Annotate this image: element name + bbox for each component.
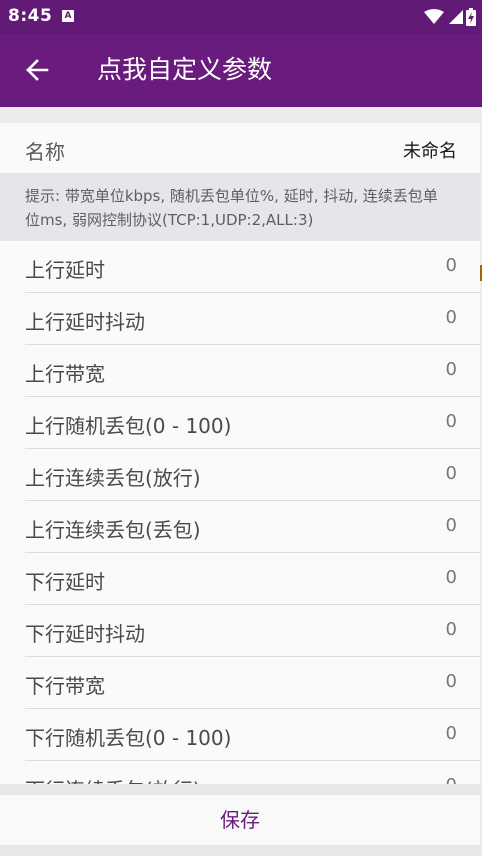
save-button[interactable]: 保存 [0,795,480,845]
hint-line-1: 提示: 带宽单位kbps, 随机丢包单位%, 延时, 抖动, 连续丢包单 [25,187,438,205]
param-label: 下行带宽 [25,674,105,698]
cell-signal-icon [449,10,463,24]
param-value: 0 [446,775,457,784]
param-value: 0 [445,567,457,588]
wifi-icon [424,9,444,24]
param-label: 上行延时 [25,258,105,282]
param-label: 下行延时 [25,570,105,594]
hint-line-2: 位ms, 弱网控制协议(TCP:1,UDP:2,ALL:3) [25,211,314,229]
status-bar: 8:45 A [0,0,482,34]
param-value: 0 [445,671,457,692]
param-value: 0 [445,723,457,744]
arrow-left-icon [26,59,49,81]
name-row[interactable]: 名称 未命名 [0,123,480,173]
notification-icon: A [62,10,74,22]
param-value: 0 [445,307,457,328]
param-label: 下行延时抖动 [25,622,145,646]
param-value: 0 [445,359,457,380]
param-label: 上行连续丢包(丢包) [25,518,201,542]
param-label: 上行带宽 [25,362,105,386]
param-value: 0 [445,463,457,484]
param-label: 上行延时抖动 [25,310,145,334]
param-row-uplink-jitter[interactable]: 上行延时抖动 0 [0,293,480,345]
name-value: 未命名 [403,141,457,162]
name-label: 名称 [25,140,65,164]
param-value: 0 [445,411,457,432]
param-row-uplink-bandwidth[interactable]: 上行带宽 0 [0,345,480,397]
page-title: 点我自定义参数 [97,55,273,84]
status-time: 8:45 [8,6,53,26]
param-label: 上行随机丢包(0 - 100) [25,414,232,438]
param-row-downlink-burst-pass[interactable]: 下行连续丢包(放行) 0 [0,761,480,784]
param-row-downlink-delay[interactable]: 下行延时 0 [0,553,480,605]
param-value: 0 [445,515,457,536]
param-label: 下行连续丢包(放行) [25,774,201,784]
param-value: 0 [445,619,457,640]
param-row-uplink-burst-pass[interactable]: 上行连续丢包(放行) 0 [0,449,480,501]
param-row-uplink-random-loss[interactable]: 上行随机丢包(0 - 100) 0 [0,397,480,449]
param-row-downlink-bandwidth[interactable]: 下行带宽 0 [0,657,480,709]
param-row-uplink-burst-drop[interactable]: 上行连续丢包(丢包) 0 [0,501,480,553]
back-button[interactable] [20,52,56,88]
param-label: 下行随机丢包(0 - 100) [25,726,232,750]
param-row-uplink-delay[interactable]: 上行延时 0 [0,241,480,293]
param-rows: 上行延时 0 上行延时抖动 0 上行带宽 0 上行随机丢包(0 - 100) 0… [0,241,480,784]
settings-list[interactable]: 名称 未命名 提示: 带宽单位kbps, 随机丢包单位%, 延时, 抖动, 连续… [0,107,482,784]
battery-charging-icon [466,8,476,26]
param-value: 0 [445,255,457,276]
app-bar: 点我自定义参数 [0,34,482,107]
save-bar: 保存 [0,784,482,856]
param-row-downlink-random-loss[interactable]: 下行随机丢包(0 - 100) 0 [0,709,480,761]
param-row-downlink-jitter[interactable]: 下行延时抖动 0 [0,605,480,657]
hint-text: 提示: 带宽单位kbps, 随机丢包单位%, 延时, 抖动, 连续丢包单 位ms… [0,173,480,241]
status-icons [424,8,476,26]
param-label: 上行连续丢包(放行) [25,466,201,490]
